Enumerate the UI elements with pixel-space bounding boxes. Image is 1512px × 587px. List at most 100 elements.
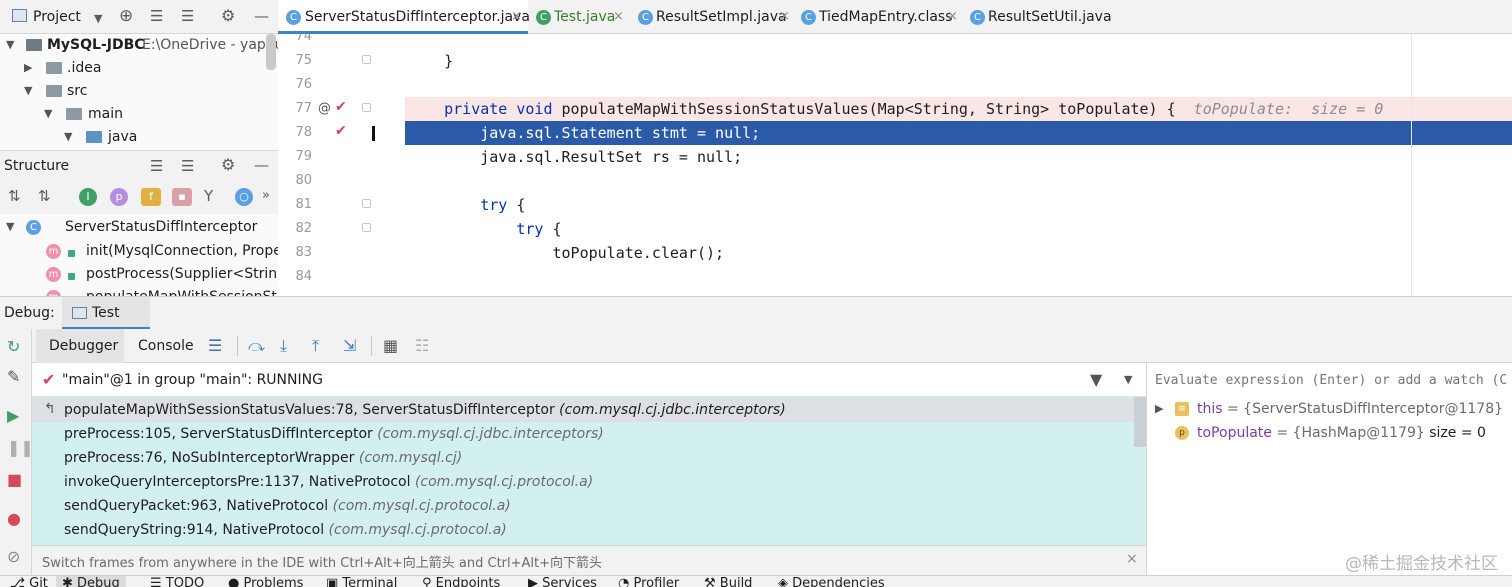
variable-row-this[interactable]: ▶ ≡ this = {ServerStatusDiffInterceptor@… [1147, 398, 1512, 422]
fold-marker-icon[interactable] [362, 55, 371, 64]
frame-row[interactable]: invokeQueryInterceptorsPre:1137, NativeP… [32, 470, 1134, 494]
tab-debugger[interactable]: Debugger [36, 329, 124, 363]
structure-item[interactable]: m init(MysqlConnection, Propert [0, 240, 278, 263]
tree-item-src[interactable]: ▼ src [0, 80, 278, 103]
tool-tab-problems[interactable]: ● Problems [228, 576, 303, 587]
tab-test[interactable]: C Test.java × [528, 0, 630, 34]
tab-console[interactable]: Console [138, 338, 194, 354]
tool-tab-endpoints[interactable]: ⚲ Endpoints [422, 576, 500, 587]
tab-result-set-util[interactable]: C ResultSetUtil.java [964, 0, 1118, 34]
breakpoint-icon[interactable]: ✔ [335, 99, 347, 115]
structure-item[interactable]: m populateMapWithSessionStatu [0, 286, 278, 296]
rerun-icon[interactable]: ↻ [7, 337, 20, 356]
frame-package: (com.mysql.cj.protocol.a) [414, 474, 594, 490]
fold-marker-icon[interactable] [362, 223, 371, 232]
sort-visibility-icon[interactable]: ⇅ [38, 188, 51, 204]
frame-row[interactable]: preProcess:76, NoSubInterceptorWrapper (… [32, 446, 1134, 470]
evaluate-expression-bar[interactable] [1147, 363, 1512, 397]
minimize-icon[interactable]: — [254, 157, 269, 173]
debug-session-tab[interactable]: Test [62, 297, 150, 330]
chevron-down-icon[interactable]: ▼ [24, 84, 32, 97]
menu-icon[interactable]: ☰ [208, 336, 222, 355]
trace-icon[interactable]: ☷ [415, 336, 429, 355]
show-non-public-icon[interactable]: ▪ [172, 188, 192, 206]
locate-icon[interactable]: ⊕ [119, 8, 133, 25]
structure-item[interactable]: m postProcess(Supplier<String> [0, 263, 278, 286]
mute-breakpoints-icon[interactable]: ⊘ [7, 547, 20, 566]
close-icon[interactable]: × [1126, 551, 1138, 567]
frame-row[interactable]: ↰ populateMapWithSessionStatusValues:78,… [32, 398, 1134, 422]
chevron-down-icon[interactable]: ▼ [94, 11, 102, 27]
tree-item-project-root[interactable]: ▼ MySQL-JDBC E:\OneDrive - yapuu\ [0, 34, 278, 57]
tool-tab-terminal[interactable]: ▣ Terminal [326, 576, 397, 587]
tab-result-set-impl[interactable]: C ResultSetImpl.java × [630, 0, 796, 34]
sort-alpha-icon[interactable]: ⇅ [8, 188, 21, 204]
show-lambdas-icon[interactable]: Y [204, 188, 213, 204]
tree-item-main[interactable]: ▼ main [0, 103, 278, 126]
more-icon[interactable]: » [262, 188, 270, 204]
show-fields-icon[interactable]: f [141, 188, 161, 206]
tool-tab-services[interactable]: ▶ Services [528, 576, 597, 587]
chevron-down-icon[interactable]: ▼ [1124, 373, 1132, 386]
variable-row-topopulate[interactable]: p toPopulate = {HashMap@1179} size = 0 [1147, 422, 1512, 446]
show-properties-icon[interactable]: p [110, 188, 128, 206]
tree-item-idea[interactable]: ▶ .idea [0, 57, 278, 80]
chevron-down-icon[interactable]: ▼ [64, 130, 72, 143]
frame-row[interactable]: preProcess:105, ServerStatusDiffIntercep… [32, 422, 1134, 446]
stop-icon[interactable]: ■ [7, 470, 22, 489]
evaluate-expression-input[interactable] [1147, 363, 1512, 397]
tree-item-java[interactable]: ▼ java [0, 126, 278, 149]
close-icon[interactable]: × [779, 9, 790, 24]
breakpoint-icon[interactable]: ✔ [335, 123, 347, 139]
tool-tab-build[interactable]: ⚒ Build [704, 576, 752, 587]
expand-all-icon[interactable]: ☰ [150, 158, 163, 174]
code-editor[interactable]: 74 75 76 77 78 79 80 81 82 83 84 @ ✔ ✔ }… [278, 34, 1512, 296]
step-into-icon[interactable]: ⤓ [280, 336, 287, 356]
wrench-icon[interactable]: ✎ [7, 367, 20, 386]
chevron-down-icon[interactable]: ▼ [6, 38, 14, 51]
run-to-cursor-icon[interactable]: ⇲ [343, 336, 356, 355]
view-breakpoints-icon[interactable]: ● [7, 509, 21, 528]
fold-marker-icon[interactable] [362, 103, 371, 112]
show-inherited-icon[interactable]: I [79, 188, 97, 206]
autoscroll-icon[interactable]: ○ [235, 188, 253, 206]
close-icon[interactable]: × [613, 9, 624, 24]
tab-tied-map-entry[interactable]: C TiedMapEntry.class × [796, 0, 964, 34]
tool-tab-todo[interactable]: ☰ TODO [150, 576, 204, 587]
step-over-icon[interactable]: ⤼ [248, 336, 265, 356]
pause-icon[interactable]: ❚❚ [7, 438, 34, 457]
tool-tab-profiler[interactable]: ◔ Profiler [618, 576, 679, 587]
evaluate-icon[interactable]: ▦ [383, 336, 398, 355]
chevron-down-icon[interactable]: ▼ [44, 107, 52, 120]
scrollbar[interactable] [1134, 397, 1146, 447]
tool-tab-git[interactable]: ⎇ Git [10, 576, 48, 587]
collapse-all-icon[interactable]: ☰ [181, 8, 194, 24]
chevron-right-icon[interactable]: ▶ [24, 61, 32, 74]
gear-icon[interactable]: ⚙ [221, 8, 235, 24]
step-out-icon[interactable]: ⤒ [312, 336, 319, 356]
collapse-all-icon[interactable]: ☰ [181, 158, 194, 174]
minimize-icon[interactable]: — [254, 8, 269, 24]
variable-name: toPopulate [1197, 425, 1272, 441]
thread-selector[interactable]: ✔ "main"@1 in group "main": RUNNING ▼ ▼ [32, 363, 1146, 397]
frame-row[interactable]: sendQueryString:914, NativeProtocol (com… [32, 518, 1134, 542]
project-title[interactable]: Project [33, 9, 81, 25]
close-icon[interactable]: × [511, 9, 522, 24]
override-marker-icon[interactable]: @ [318, 101, 331, 116]
tool-tab-dependencies[interactable]: ◈ Dependencies [778, 576, 885, 587]
frame-row[interactable]: sendQueryPacket:963, NativeProtocol (com… [32, 494, 1134, 518]
editor-gutter[interactable]: 74 75 76 77 78 79 80 81 82 83 84 @ ✔ ✔ [278, 34, 405, 296]
expand-all-icon[interactable]: ☰ [150, 8, 163, 24]
tab-server-status-diff-interceptor[interactable]: C ServerStatusDiffInterceptor.java × [278, 0, 530, 34]
resume-icon[interactable]: ▶ [7, 406, 19, 425]
scrollbar[interactable] [266, 34, 276, 70]
chevron-right-icon[interactable]: ▶ [1155, 402, 1163, 415]
gear-icon[interactable]: ⚙ [221, 157, 235, 173]
frames-list[interactable]: ↰ populateMapWithSessionStatusValues:78,… [32, 397, 1146, 545]
close-icon[interactable]: × [947, 9, 958, 24]
tool-tab-debug[interactable]: ✱ Debug [56, 576, 126, 587]
structure-root[interactable]: ▼ C ServerStatusDiffInterceptor [0, 216, 278, 239]
chevron-down-icon[interactable]: ▼ [6, 220, 14, 233]
fold-marker-icon[interactable] [362, 199, 371, 208]
filter-icon[interactable]: ▼ [1090, 370, 1102, 389]
